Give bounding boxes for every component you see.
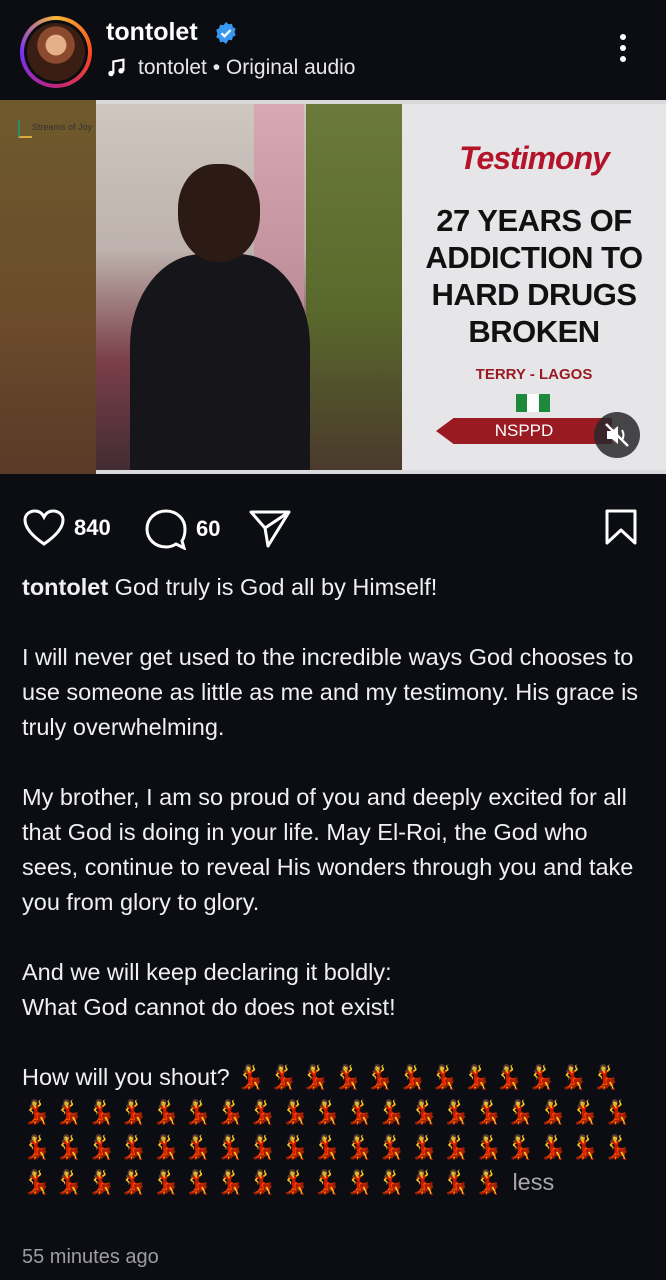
caption-username[interactable]: tontolet bbox=[22, 574, 108, 600]
post-caption: tontolet God truly is God all by Himself… bbox=[22, 570, 642, 1200]
like-button[interactable]: 840 bbox=[22, 508, 111, 548]
bookmark-icon[interactable] bbox=[604, 508, 638, 546]
verified-icon bbox=[216, 22, 236, 44]
testimony-location: TERRY - LAGOS bbox=[475, 366, 593, 383]
post-timestamp: 55 minutes ago bbox=[22, 1246, 159, 1268]
logo-text: Streams of Joy bbox=[32, 122, 93, 132]
music-note-icon bbox=[108, 58, 125, 77]
more-icon[interactable] bbox=[616, 34, 630, 68]
testimony-headline: 27 YEARS OF ADDICTION TO HARD DRUGS BROK… bbox=[425, 203, 643, 349]
nsppd-badge: NSPPD bbox=[436, 418, 612, 444]
comment-count: 60 bbox=[196, 516, 221, 541]
share-icon[interactable] bbox=[248, 508, 292, 550]
logo-icon bbox=[18, 120, 32, 138]
caption-shout: How will you shout? bbox=[22, 1064, 230, 1090]
less-link[interactable]: less bbox=[512, 1169, 554, 1195]
testimony-title: Testimony bbox=[459, 140, 610, 176]
mute-icon bbox=[605, 423, 629, 447]
caption-para3: My brother, I am so proud of you and dee… bbox=[22, 784, 634, 915]
audio-link[interactable]: tontolet • Original audio bbox=[106, 56, 356, 80]
mute-button[interactable] bbox=[594, 412, 640, 458]
heart-icon bbox=[23, 509, 65, 546]
avatar[interactable] bbox=[20, 16, 92, 88]
post-header: tontolet tontolet • Original audio bbox=[0, 0, 666, 100]
comment-icon bbox=[145, 509, 187, 550]
caption-para4-line1: And we will keep declaring it boldly: bbox=[22, 959, 392, 985]
action-bar: 840 60 bbox=[0, 500, 666, 556]
caption-para4-line2: What God cannot do does not exist! bbox=[22, 994, 396, 1020]
caption-para2: I will never get used to the incredible … bbox=[22, 644, 639, 740]
like-count: 840 bbox=[74, 515, 111, 540]
audio-label: tontolet • Original audio bbox=[138, 56, 356, 79]
caption-line1: God truly is God all by Himself! bbox=[114, 574, 438, 600]
video-frame bbox=[96, 104, 402, 470]
username[interactable]: tontolet bbox=[106, 18, 198, 47]
comment-button[interactable]: 60 bbox=[144, 508, 220, 550]
flag-icon bbox=[516, 394, 550, 412]
post-video[interactable]: Streams of Joy Testimony 27 YEARS OF ADD… bbox=[0, 100, 666, 474]
